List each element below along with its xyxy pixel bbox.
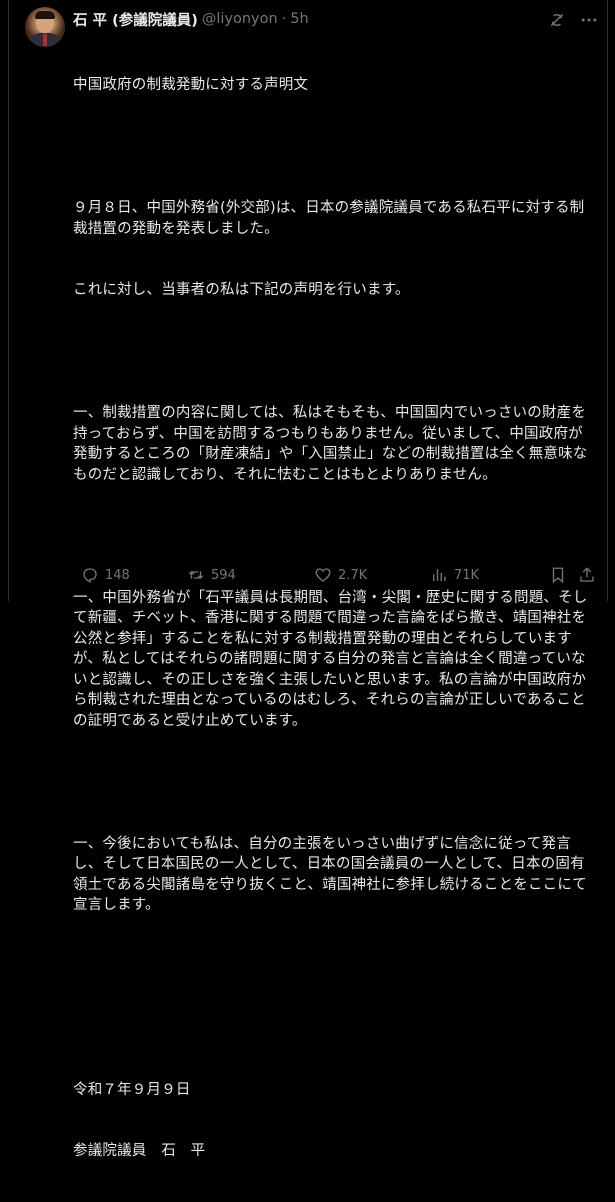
post-paragraph: ９月８日、中国外務省(外交部)は、日本の参議院議員である私石平に対する制裁措置の… xyxy=(73,200,585,237)
share-icon xyxy=(580,567,594,582)
heart-icon xyxy=(315,568,331,582)
avatar[interactable] xyxy=(25,7,65,47)
more-icon[interactable] xyxy=(579,10,599,30)
like-button[interactable]: 2.7K xyxy=(314,566,367,584)
retweet-button[interactable]: 594 xyxy=(187,566,236,584)
post-date: 令和７年９月９日 xyxy=(73,1081,191,1098)
post-paragraph: 一、今後においても私は、自分の主張をいっさい曲げずに信念に従って発言し、そして日… xyxy=(73,835,587,914)
views-count: 71K xyxy=(454,567,480,583)
post-paragraph: 一、制裁措置の内容に関しては、私はそもそも、中国国内でいっさいの財産を持っておら… xyxy=(73,405,588,483)
retweet-count: 594 xyxy=(211,567,236,583)
retweet-icon xyxy=(188,571,204,579)
user-handle[interactable]: @liyonyon xyxy=(202,11,278,27)
reply-button[interactable]: 148 xyxy=(81,566,130,584)
reply-count: 148 xyxy=(105,567,130,583)
post-title: 中国政府の制裁発動に対する声明文 xyxy=(73,77,309,93)
post-paragraph: これに対し、当事者の私は下記の声明を行います。 xyxy=(73,282,410,298)
post-paragraph: 一、中国外務省が「石平議員は長期間、台湾・尖閣・歴史に関する問題、そして新疆、チ… xyxy=(73,589,588,729)
separator-dot: · xyxy=(281,11,287,27)
views-button[interactable]: 71K xyxy=(430,566,479,584)
post-signature: 参議院議員 石 平 xyxy=(73,1143,206,1159)
share-button[interactable] xyxy=(578,566,602,584)
post-card[interactable]: 石 平 (参議院議員) @liyonyon · 5h 中国政府の制裁発動に対する… xyxy=(8,0,608,1159)
reply-icon xyxy=(83,568,97,583)
grok-icon[interactable] xyxy=(548,11,566,29)
post-body: 中国政府の制裁発動に対する声明文 ９月８日、中国外務省(外交部)は、日本の参議院… xyxy=(73,34,593,1202)
action-bar: 148 594 2.7K 71K xyxy=(73,563,603,587)
post-time[interactable]: 5h xyxy=(290,11,308,27)
bookmark-button[interactable] xyxy=(549,566,573,584)
post-header: 石 平 (参議院議員) @liyonyon · 5h xyxy=(73,9,309,29)
views-icon xyxy=(433,569,446,581)
like-count: 2.7K xyxy=(338,567,368,583)
bookmark-icon xyxy=(552,567,564,584)
display-name[interactable]: 石 平 (参議院議員) xyxy=(73,9,198,30)
